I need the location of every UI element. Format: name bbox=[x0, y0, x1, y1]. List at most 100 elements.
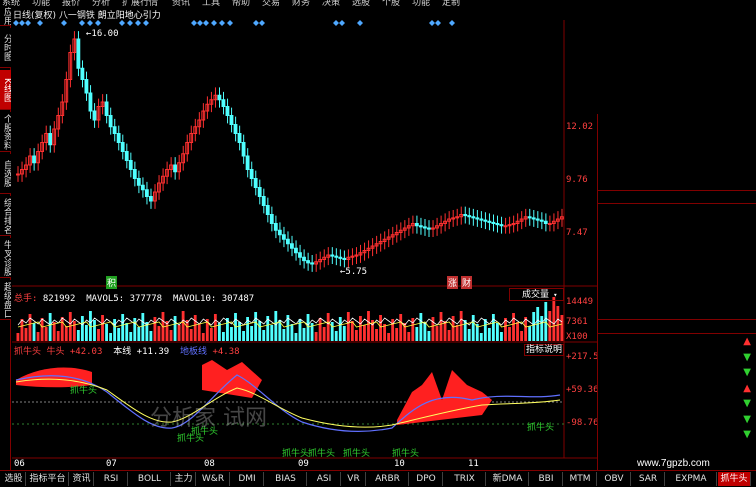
candle-body bbox=[229, 115, 234, 125]
volume-bar bbox=[435, 326, 439, 341]
industry-compare-button[interactable] bbox=[708, 320, 756, 333]
menu-item[interactable]: 功能 bbox=[32, 0, 50, 6]
tab-7[interactable]: DMI bbox=[231, 472, 264, 486]
tab-3[interactable]: RSI bbox=[95, 472, 128, 486]
candle-body bbox=[48, 133, 53, 146]
signal-diamond bbox=[37, 20, 43, 26]
chart-area[interactable] bbox=[12, 20, 598, 466]
menu-item[interactable]: 交易 bbox=[262, 0, 280, 6]
volume-button[interactable]: 成交量 ▾ bbox=[509, 288, 564, 301]
candle-body bbox=[253, 178, 258, 188]
menu-item[interactable]: 工具 bbox=[202, 0, 220, 6]
menu-item[interactable]: 个股 bbox=[382, 0, 400, 6]
volume-bar bbox=[483, 319, 487, 341]
nav-6[interactable]: 牛叉诊股 bbox=[0, 238, 11, 278]
marker-red-2[interactable]: 财 bbox=[461, 276, 473, 289]
signal-diamond bbox=[127, 20, 133, 26]
candle-body bbox=[418, 225, 423, 228]
marker-red-1[interactable]: 涨 bbox=[447, 276, 459, 289]
tab-16[interactable]: MTM bbox=[564, 472, 597, 486]
mavol5-line bbox=[17, 317, 563, 326]
order-book-row bbox=[598, 117, 756, 130]
tab-10[interactable]: VR bbox=[342, 472, 366, 486]
volume-bar bbox=[97, 329, 100, 341]
volume-bar bbox=[109, 333, 113, 341]
tab-9[interactable]: ASI bbox=[308, 472, 341, 486]
ind-axis-2: +59.36 bbox=[566, 385, 599, 395]
volume-bar bbox=[177, 325, 181, 341]
indicator-help-button[interactable]: 指标说明 bbox=[524, 344, 564, 356]
tab-5[interactable]: 主力 bbox=[172, 472, 196, 486]
menu-item[interactable]: 报价 bbox=[62, 0, 80, 6]
menu-item[interactable]: 分析 bbox=[92, 0, 110, 6]
volume-bar bbox=[222, 332, 225, 341]
menu-item[interactable]: 选股 bbox=[352, 0, 370, 6]
volume-bar bbox=[105, 324, 108, 341]
volume-bar bbox=[423, 322, 427, 341]
arrow-down-icon: ▼ bbox=[743, 429, 751, 440]
tab-6[interactable]: W&R bbox=[197, 472, 230, 486]
tab-17[interactable]: OBV bbox=[598, 472, 631, 486]
candle-body bbox=[539, 219, 544, 222]
tab-4[interactable]: BOLL bbox=[129, 472, 171, 486]
menu-item[interactable]: 帮助 bbox=[232, 0, 250, 6]
tab-11[interactable]: ARBR bbox=[367, 472, 409, 486]
candle-body bbox=[237, 133, 242, 143]
nav-0[interactable]: 应用 bbox=[0, 6, 11, 26]
tab-2[interactable]: 资讯 bbox=[70, 472, 94, 486]
chart-title: 日线(复权) 八一钢铁 朗立阳地心引力 bbox=[13, 8, 161, 21]
candle-body bbox=[140, 184, 145, 191]
menu-item[interactable]: 扩展行情 bbox=[122, 0, 158, 6]
signal-diamond bbox=[119, 20, 125, 26]
tab-20[interactable]: 抓牛头 bbox=[718, 472, 751, 486]
volume-bar bbox=[80, 316, 84, 341]
view-detail-button[interactable] bbox=[727, 190, 756, 203]
candle-body bbox=[273, 223, 278, 231]
order-book-row bbox=[598, 177, 756, 190]
volume-bar bbox=[258, 321, 262, 341]
volume-bar bbox=[334, 331, 338, 341]
nav-5[interactable]: 综合排名 bbox=[0, 196, 11, 236]
marker-green[interactable]: 积 bbox=[106, 276, 118, 289]
tab-0[interactable]: 选股 bbox=[2, 472, 26, 486]
menu-item[interactable]: 决策 bbox=[322, 0, 340, 6]
nav-1[interactable]: 分时图 bbox=[0, 28, 11, 68]
menu-bar: 系统 功能 报价 分析 扩展行情 资讯 工具 帮助 交易 财务 决策 选股 个股 功能 定制 bbox=[0, 0, 756, 6]
tick-row: ▼ bbox=[598, 413, 756, 426]
menu-item[interactable]: 资讯 bbox=[172, 0, 190, 6]
volume-bar bbox=[213, 314, 217, 341]
candle-body bbox=[76, 38, 81, 69]
menu-item[interactable]: 财务 bbox=[292, 0, 310, 6]
candle-body bbox=[475, 217, 480, 220]
mavol5-label: MAVOL5: bbox=[86, 294, 125, 304]
nav-3[interactable]: 个股资料 bbox=[0, 112, 11, 152]
candle-body bbox=[221, 99, 226, 107]
menu-item[interactable]: 功能 bbox=[412, 0, 430, 6]
tab-13[interactable]: TRIX bbox=[444, 472, 486, 486]
tab-18[interactable]: SAR bbox=[632, 472, 665, 486]
tab-19[interactable]: EXPMA bbox=[666, 472, 717, 486]
volume-bar bbox=[169, 330, 173, 341]
volume-bar bbox=[76, 330, 80, 341]
signal-diamond bbox=[143, 20, 149, 26]
volume-bar bbox=[16, 333, 20, 341]
volume-bar bbox=[302, 328, 306, 341]
nav-2[interactable]: K线图 bbox=[0, 70, 11, 110]
tab-12[interactable]: DPO bbox=[410, 472, 443, 486]
candle-body bbox=[281, 234, 286, 240]
signal-diamond bbox=[357, 20, 363, 26]
menu-item[interactable]: 定制 bbox=[442, 0, 460, 6]
volume-bar bbox=[141, 313, 145, 341]
nav-7[interactable]: 超级盘口 bbox=[0, 280, 11, 320]
volume-bar bbox=[85, 325, 88, 341]
signal-diamond bbox=[203, 20, 209, 26]
annotation: 抓牛头 bbox=[70, 386, 98, 396]
tab-14[interactable]: 新DMA bbox=[487, 472, 529, 486]
volume-bar bbox=[262, 330, 266, 341]
tab-1[interactable]: 指标平台 bbox=[27, 472, 69, 486]
tab-15[interactable]: BBI bbox=[530, 472, 563, 486]
volume-bar bbox=[113, 319, 117, 341]
tab-8[interactable]: BIAS bbox=[265, 472, 307, 486]
volume-bar bbox=[250, 326, 254, 341]
nav-4[interactable]: 自选股 bbox=[0, 154, 11, 194]
